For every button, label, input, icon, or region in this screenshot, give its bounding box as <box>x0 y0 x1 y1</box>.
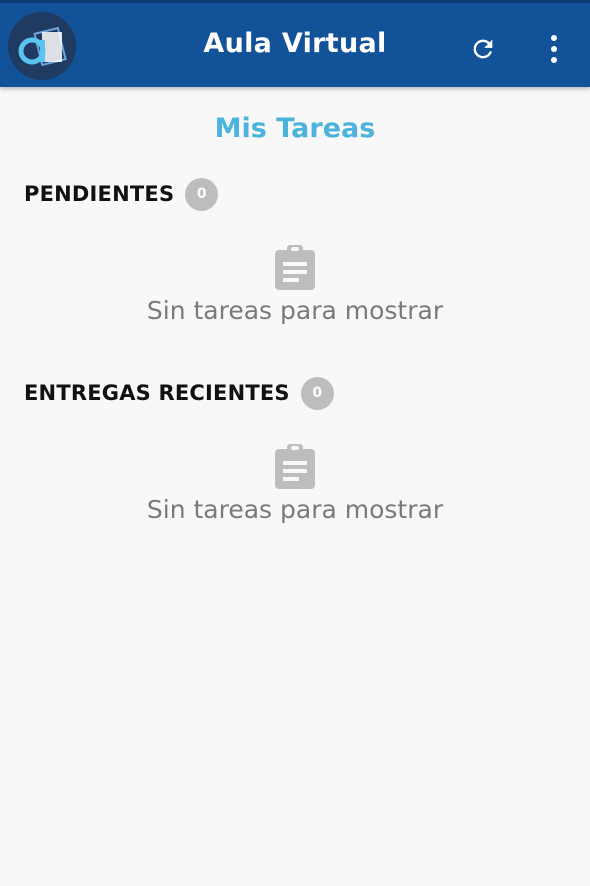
empty-message: Sin tareas para mostrar <box>146 296 444 325</box>
overflow-menu-button[interactable] <box>538 30 570 68</box>
empty-state-pendientes: Sin tareas para mostrar <box>0 244 590 325</box>
empty-message: Sin tareas para mostrar <box>146 495 444 524</box>
clipboard-icon <box>273 443 317 489</box>
count-badge: 0 <box>300 376 334 410</box>
refresh-button[interactable] <box>464 30 502 68</box>
section-label: ENTREGAS RECIENTES <box>24 381 290 405</box>
page-title: Mis Tareas <box>214 113 376 144</box>
section-label: PENDIENTES <box>24 182 175 206</box>
count-badge: 0 <box>185 177 219 211</box>
app-bar: Aula Virtual <box>0 0 590 87</box>
refresh-icon <box>473 39 493 59</box>
section-header-pendientes: PENDIENTES 0 <box>24 177 219 211</box>
empty-state-entregas-recientes: Sin tareas para mostrar <box>0 443 590 524</box>
section-header-entregas-recientes: ENTREGAS RECIENTES 0 <box>24 376 334 410</box>
more-vert-icon <box>551 35 557 63</box>
clipboard-icon <box>273 244 317 290</box>
